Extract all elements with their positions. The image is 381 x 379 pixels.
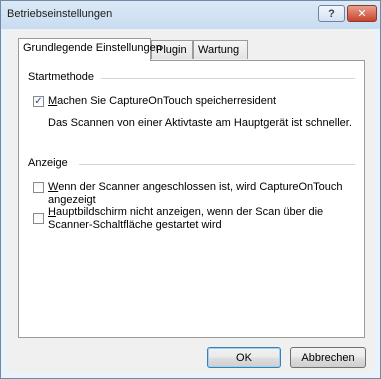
tab-grundlegende-einstellungen[interactable]: Grundlegende Einstellungen: [18, 38, 162, 61]
cancel-button[interactable]: Abbrechen: [290, 347, 366, 368]
hide-main-screen-label: Hauptbildschirm nicht anzeigen, wenn der…: [48, 206, 324, 231]
group-label-anzeige: Anzeige: [28, 157, 68, 169]
group-divider: [101, 78, 355, 79]
group-divider: [79, 164, 355, 165]
show-when-connected-checkbox[interactable]: [33, 182, 44, 193]
tab-wartung[interactable]: Wartung: [193, 40, 248, 59]
resident-info-text: Das Scannen von einer Aktivtaste am Haup…: [48, 117, 352, 129]
resident-checkbox-row[interactable]: ✓ Machen Sie CaptureOnTouch speicherresi…: [33, 95, 276, 108]
show-when-connected-row[interactable]: Wenn der Scanner angeschlossen ist, wird…: [33, 181, 364, 207]
show-when-connected-label: Wenn der Scanner angeschlossen ist, wird…: [48, 181, 343, 206]
close-icon: ✕: [357, 8, 367, 20]
title-bar[interactable]: Betriebseinstellungen ? ✕: [1, 1, 380, 29]
help-icon: ?: [328, 7, 335, 20]
hide-main-screen-checkbox[interactable]: [33, 213, 44, 224]
hide-main-screen-row[interactable]: Hauptbildschirm nicht anzeigen, wenn der…: [33, 206, 323, 232]
group-label-startmethode: Startmethode: [28, 71, 95, 83]
tab-panel: Startmethode ✓ Machen Sie CaptureOnTouch…: [18, 60, 365, 338]
dialog-title: Betriebseinstellungen: [7, 8, 113, 20]
resident-checkbox-label: Machen Sie CaptureOnTouch speicherreside…: [48, 95, 277, 107]
help-button[interactable]: ?: [318, 5, 345, 22]
dialog-body: Grundlegende Einstellungen Plugin Wartun…: [7, 29, 374, 373]
close-button[interactable]: ✕: [347, 5, 377, 22]
settings-dialog: Betriebseinstellungen ? ✕ Grundlegende E…: [0, 0, 381, 379]
resident-checkbox[interactable]: ✓: [33, 96, 44, 107]
ok-button[interactable]: OK: [207, 347, 281, 368]
